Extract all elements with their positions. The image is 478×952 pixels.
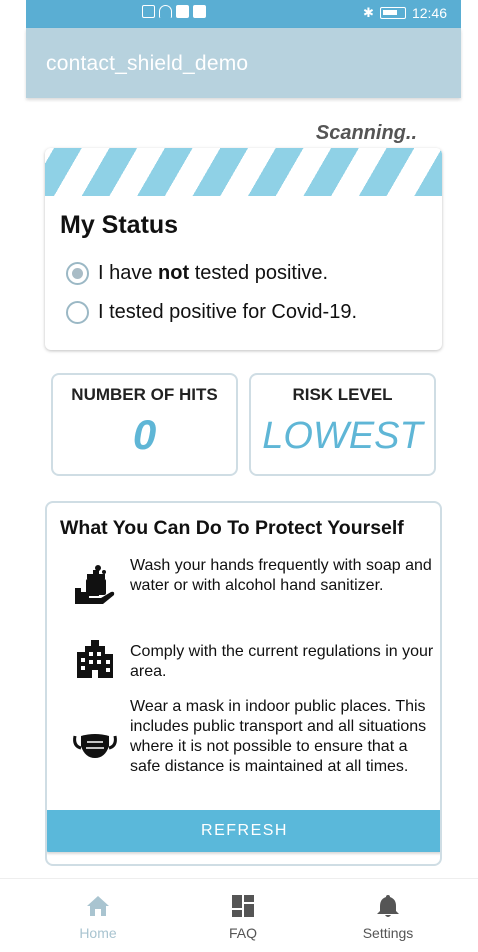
home-icon: [87, 896, 109, 916]
scanning-stripes: [45, 148, 442, 196]
tip-text: Wash your hands frequently with soap and…: [130, 557, 432, 594]
label-emphasis: not: [158, 262, 190, 284]
nav-item-home[interactable]: Home: [38, 893, 158, 941]
bluetooth-icon: ✱: [363, 5, 374, 20]
my-status-card: My Status I have not tested positive. I …: [45, 148, 442, 350]
nav-item-settings[interactable]: Settings: [328, 893, 448, 941]
notification-icons: [142, 5, 206, 18]
faq-icon: [232, 895, 254, 917]
my-status-title: My Status: [60, 211, 179, 239]
hits-value: 0: [132, 411, 157, 458]
bottom-navigation: Home FAQ Settings: [0, 878, 478, 952]
app-title: contact_shield_demo: [46, 52, 249, 75]
protect-title: What You Can Do To Protect Yourself: [60, 517, 404, 539]
battery-icon: [379, 7, 406, 19]
bell-icon: [377, 895, 399, 917]
nav-label-faq: FAQ: [228, 925, 257, 941]
risk-level-card: RISK LEVEL LOWEST: [249, 373, 436, 476]
risk-value: LOWEST: [262, 415, 423, 457]
nav-item-faq[interactable]: FAQ: [183, 893, 303, 941]
number-of-hits-card: NUMBER OF HITS 0: [51, 373, 238, 476]
label-part: I have: [98, 262, 159, 284]
radio-button-checked[interactable]: [66, 262, 89, 285]
scanning-status: Scanning..: [315, 122, 417, 144]
radio-button[interactable]: [66, 301, 89, 324]
system-status-bar: ✱ 12:46: [26, 0, 461, 28]
status-option-label: I tested positive for Covid-19.: [98, 301, 358, 323]
mask-icon: [73, 734, 117, 758]
protect-yourself-card: What You Can Do To Protect Yourself Wash…: [45, 501, 442, 866]
hand-wash-icon: [75, 565, 115, 604]
tip-text: Comply with the current regulations in y…: [130, 643, 434, 680]
mail-icon: [176, 5, 189, 18]
status-option-tested-positive[interactable]: I tested positive for Covid-19.: [66, 301, 357, 324]
clock: 12:46: [411, 5, 447, 21]
nav-label-home: Home: [79, 925, 117, 941]
refresh-button[interactable]: REFRESH: [47, 810, 440, 852]
system-indicators: ✱ 12:46: [363, 5, 447, 21]
hits-label: NUMBER OF HITS: [71, 385, 218, 404]
app-bar: contact_shield_demo: [26, 28, 461, 98]
label-part: tested positive.: [189, 262, 329, 284]
info-icon: [193, 5, 206, 18]
status-option-label: I have not tested positive.: [98, 262, 328, 285]
status-option-not-tested-positive[interactable]: I have not tested positive.: [66, 262, 328, 285]
tip-text: Wear a mask in indoor public places. Thi…: [130, 698, 427, 775]
wifi-icon: [159, 5, 172, 18]
sim-icon: [142, 5, 155, 18]
risk-label: RISK LEVEL: [292, 385, 393, 404]
nav-label-settings: Settings: [362, 925, 414, 941]
building-icon: [77, 640, 113, 678]
